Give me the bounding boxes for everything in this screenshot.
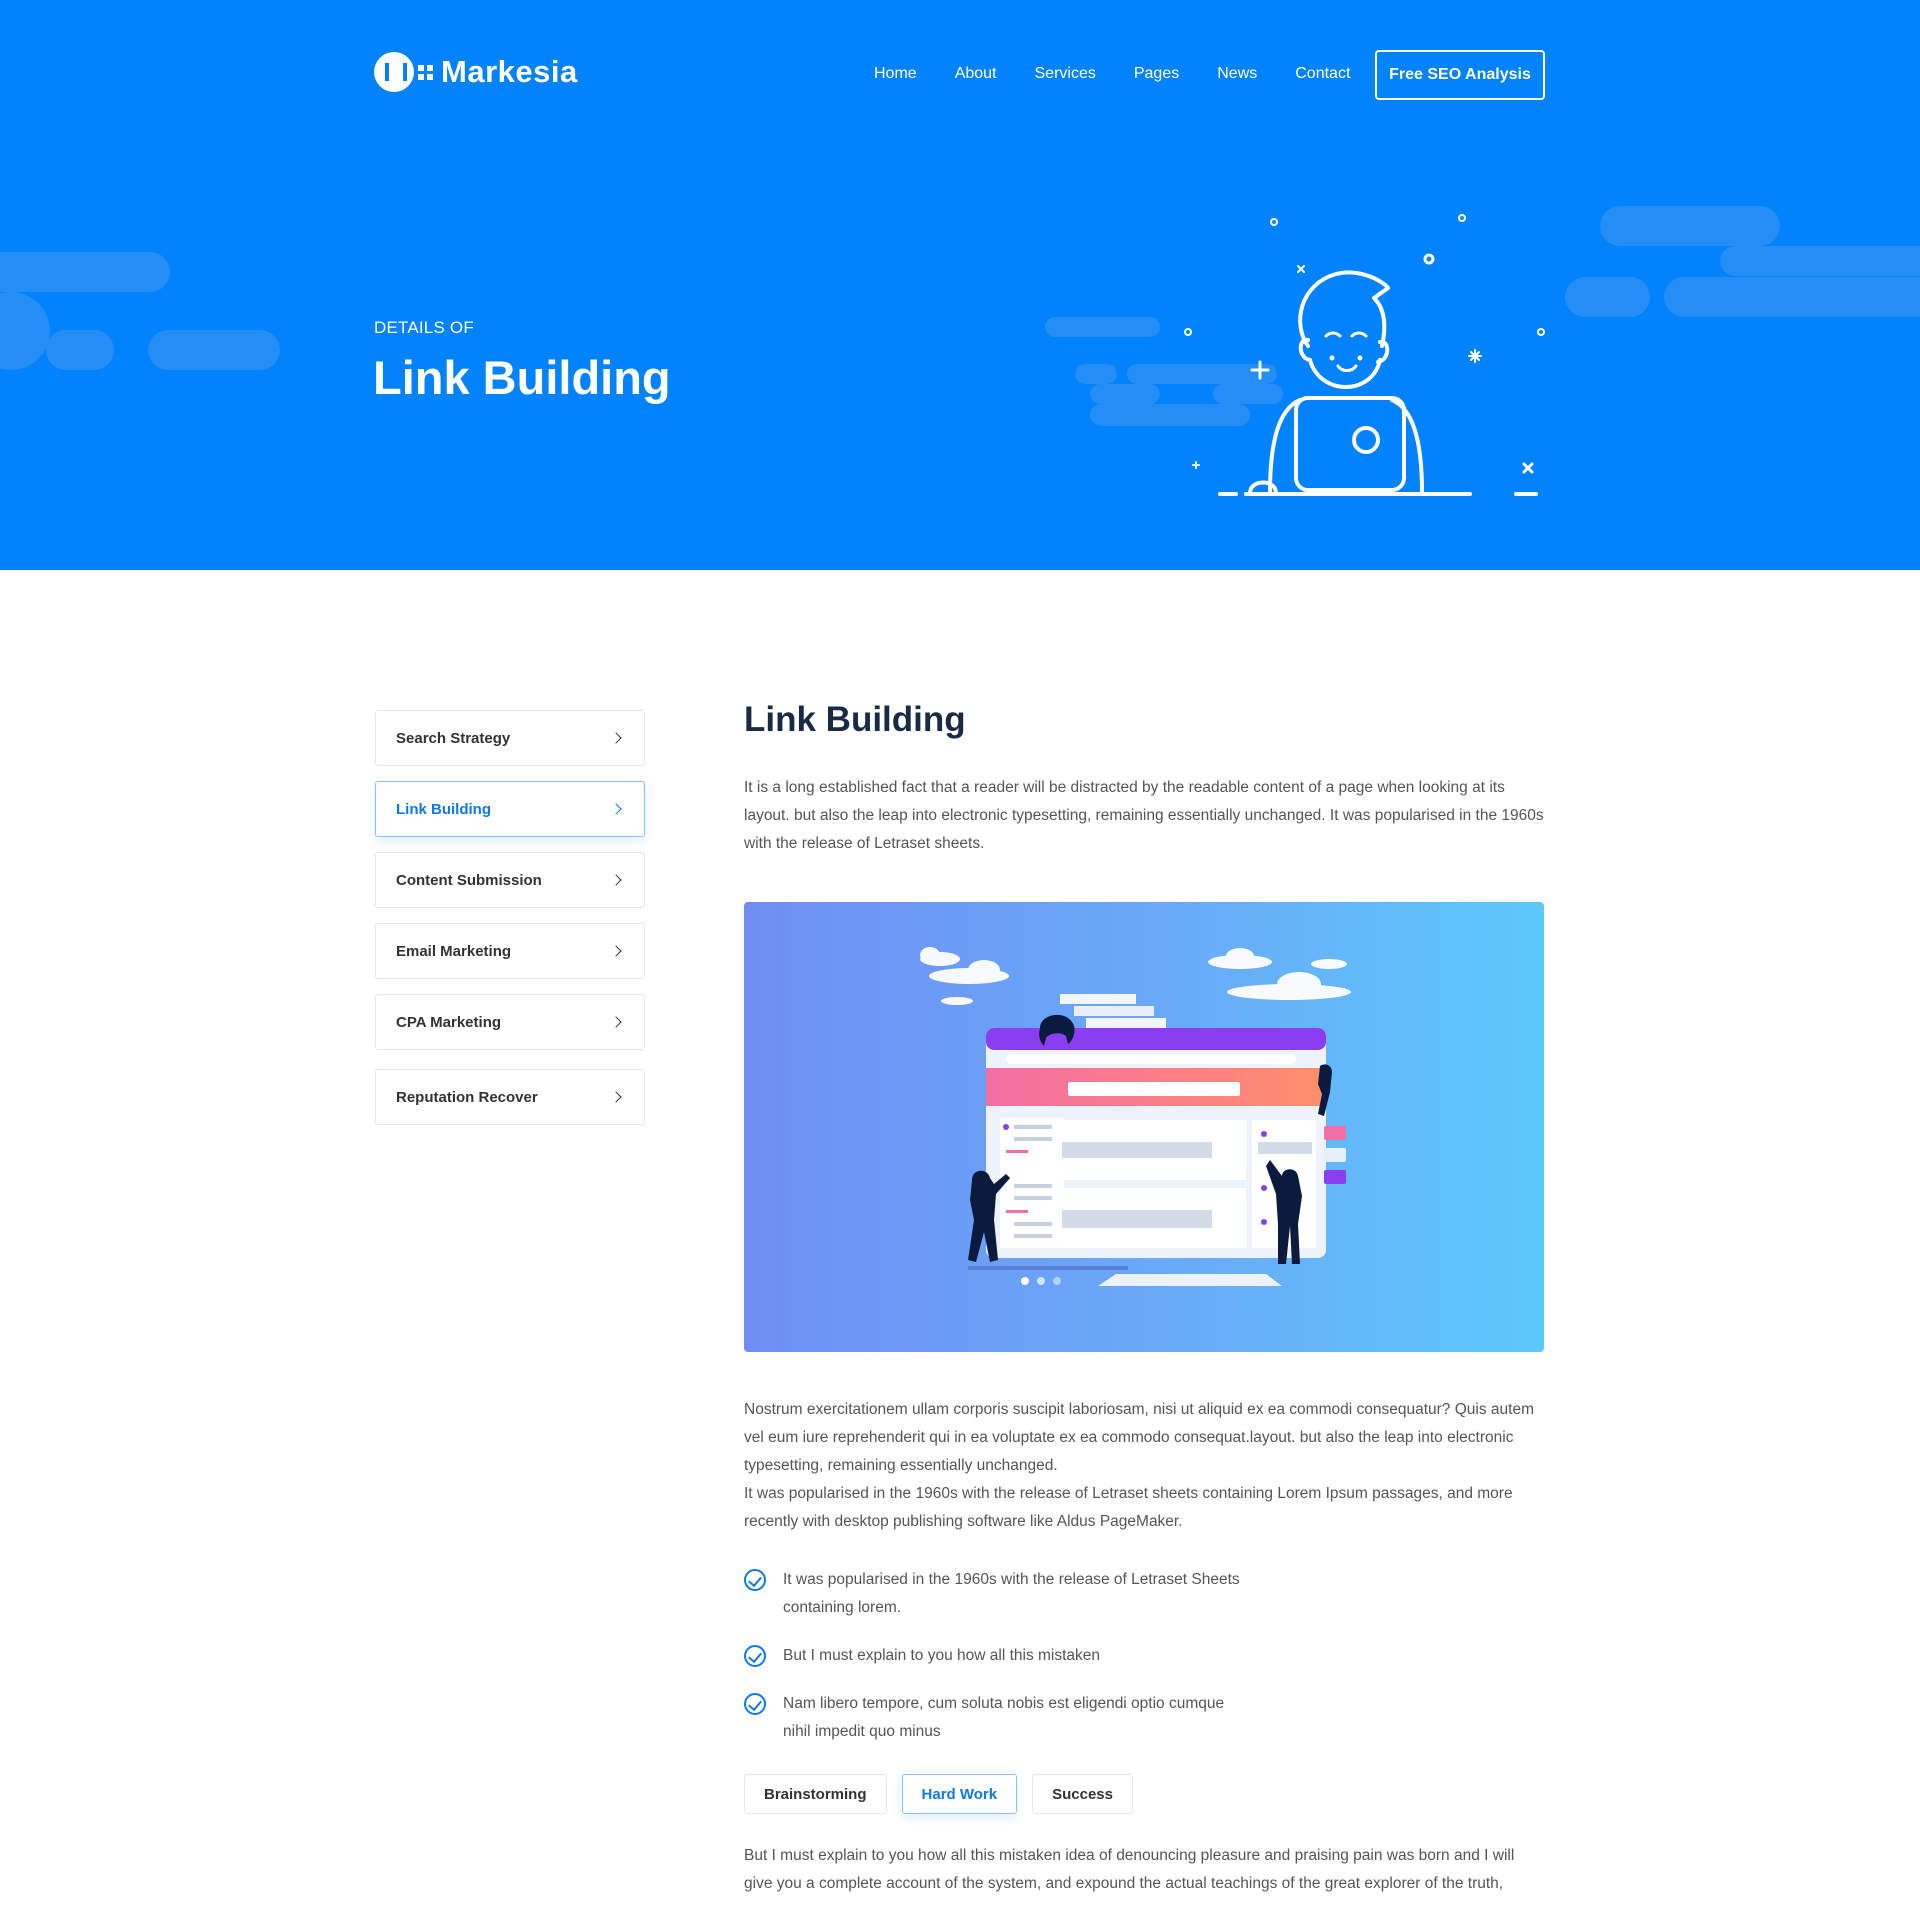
logo-dots-icon bbox=[418, 64, 433, 80]
chevron-right-icon bbox=[610, 874, 622, 886]
body-paragraph: It was popularised in the 1960s with the… bbox=[744, 1485, 1513, 1530]
chevron-right-icon bbox=[610, 1016, 622, 1028]
page-title: Link Building bbox=[744, 700, 966, 739]
logo-mark-icon bbox=[374, 52, 414, 92]
hero-title: Link Building bbox=[373, 351, 671, 404]
cloud-shape bbox=[1600, 206, 1780, 246]
sidebar-item-label: Reputation Recover bbox=[396, 1088, 538, 1106]
tab-content-paragraph: But I must explain to you how all this m… bbox=[744, 1847, 1515, 1892]
check-circle-icon bbox=[744, 1645, 766, 1667]
sidebar-item-email-marketing[interactable]: Email Marketing bbox=[375, 923, 645, 979]
service-sidebar: Search Strategy Link Building Content Su… bbox=[375, 710, 645, 1140]
cloud-shape bbox=[0, 292, 50, 370]
cloud-shape bbox=[1045, 317, 1160, 337]
nav-services[interactable]: Services bbox=[1035, 62, 1096, 86]
list-item: Nam libero tempore, cum soluta nobis est… bbox=[744, 1690, 1544, 1746]
body-paragraph: Nostrum exercitationem ullam corporis su… bbox=[744, 1401, 1534, 1474]
hero-banner: Markesia Home About Services Pages News … bbox=[0, 0, 1920, 570]
cloud-shape bbox=[46, 330, 114, 370]
sidebar-item-link-building[interactable]: Link Building bbox=[375, 781, 645, 837]
sidebar-item-label: Email Marketing bbox=[396, 942, 512, 960]
chevron-right-icon bbox=[610, 945, 622, 957]
list-item: It was popularised in the 1960s with the… bbox=[744, 1566, 1544, 1622]
check-circle-icon bbox=[744, 1693, 766, 1715]
cloud-shape bbox=[1565, 277, 1650, 317]
sidebar-item-content-submission[interactable]: Content Submission bbox=[375, 852, 645, 908]
main-nav: Home About Services Pages News Contact bbox=[874, 62, 1388, 86]
brand-logo[interactable]: Markesia bbox=[374, 52, 578, 92]
nav-home[interactable]: Home bbox=[874, 62, 917, 86]
cloud-shape bbox=[1075, 364, 1117, 384]
list-item-text: But I must explain to you how all this m… bbox=[783, 1647, 1101, 1664]
tab-hard-work[interactable]: Hard Work bbox=[901, 1774, 1018, 1814]
intro-paragraph: It is a long established fact that a rea… bbox=[744, 779, 1544, 852]
tab-bar: Brainstorming Hard Work Success bbox=[744, 1774, 1544, 1814]
person-at-laptop-illustration bbox=[1184, 214, 1545, 496]
brand-name: Markesia bbox=[441, 54, 578, 89]
sidebar-item-cpa-marketing[interactable]: CPA Marketing bbox=[375, 994, 645, 1050]
nav-about[interactable]: About bbox=[955, 62, 997, 86]
chevron-right-icon bbox=[610, 803, 622, 815]
tab-brainstorming[interactable]: Brainstorming bbox=[744, 1774, 887, 1814]
cloud-shape bbox=[1664, 277, 1920, 317]
nav-contact[interactable]: Contact bbox=[1295, 62, 1350, 86]
feature-image bbox=[744, 902, 1544, 1352]
cloud-shape bbox=[148, 330, 280, 370]
check-list: It was popularised in the 1960s with the… bbox=[744, 1566, 1544, 1746]
cloud-shape bbox=[1090, 384, 1160, 404]
sidebar-item-label: Search Strategy bbox=[396, 729, 511, 747]
sidebar-item-label: CPA Marketing bbox=[396, 1013, 502, 1031]
list-item-text: It was popularised in the 1960s with the… bbox=[783, 1571, 1240, 1616]
cloud-shape bbox=[1720, 246, 1920, 276]
free-seo-analysis-button[interactable]: Free SEO Analysis bbox=[1375, 50, 1545, 100]
check-circle-icon bbox=[744, 1569, 766, 1591]
sidebar-item-reputation-recover[interactable]: Reputation Recover bbox=[375, 1069, 645, 1125]
hero-subtitle: DETAILS OF bbox=[374, 318, 474, 337]
website-team-illustration bbox=[920, 947, 1351, 1286]
chevron-right-icon bbox=[610, 732, 622, 744]
list-item: But I must explain to you how all this m… bbox=[744, 1642, 1544, 1670]
nav-news[interactable]: News bbox=[1217, 62, 1257, 86]
sidebar-item-search-strategy[interactable]: Search Strategy bbox=[375, 710, 645, 766]
chevron-right-icon bbox=[610, 1091, 622, 1103]
cloud-shape bbox=[0, 252, 170, 292]
service-details: Link Building It is a long established f… bbox=[744, 700, 1544, 1898]
sidebar-item-label: Content Submission bbox=[396, 871, 542, 889]
sidebar-item-label: Link Building bbox=[396, 800, 491, 818]
nav-pages[interactable]: Pages bbox=[1134, 62, 1179, 86]
tab-success[interactable]: Success bbox=[1032, 1774, 1133, 1814]
list-item-text: Nam libero tempore, cum soluta nobis est… bbox=[783, 1695, 1225, 1740]
